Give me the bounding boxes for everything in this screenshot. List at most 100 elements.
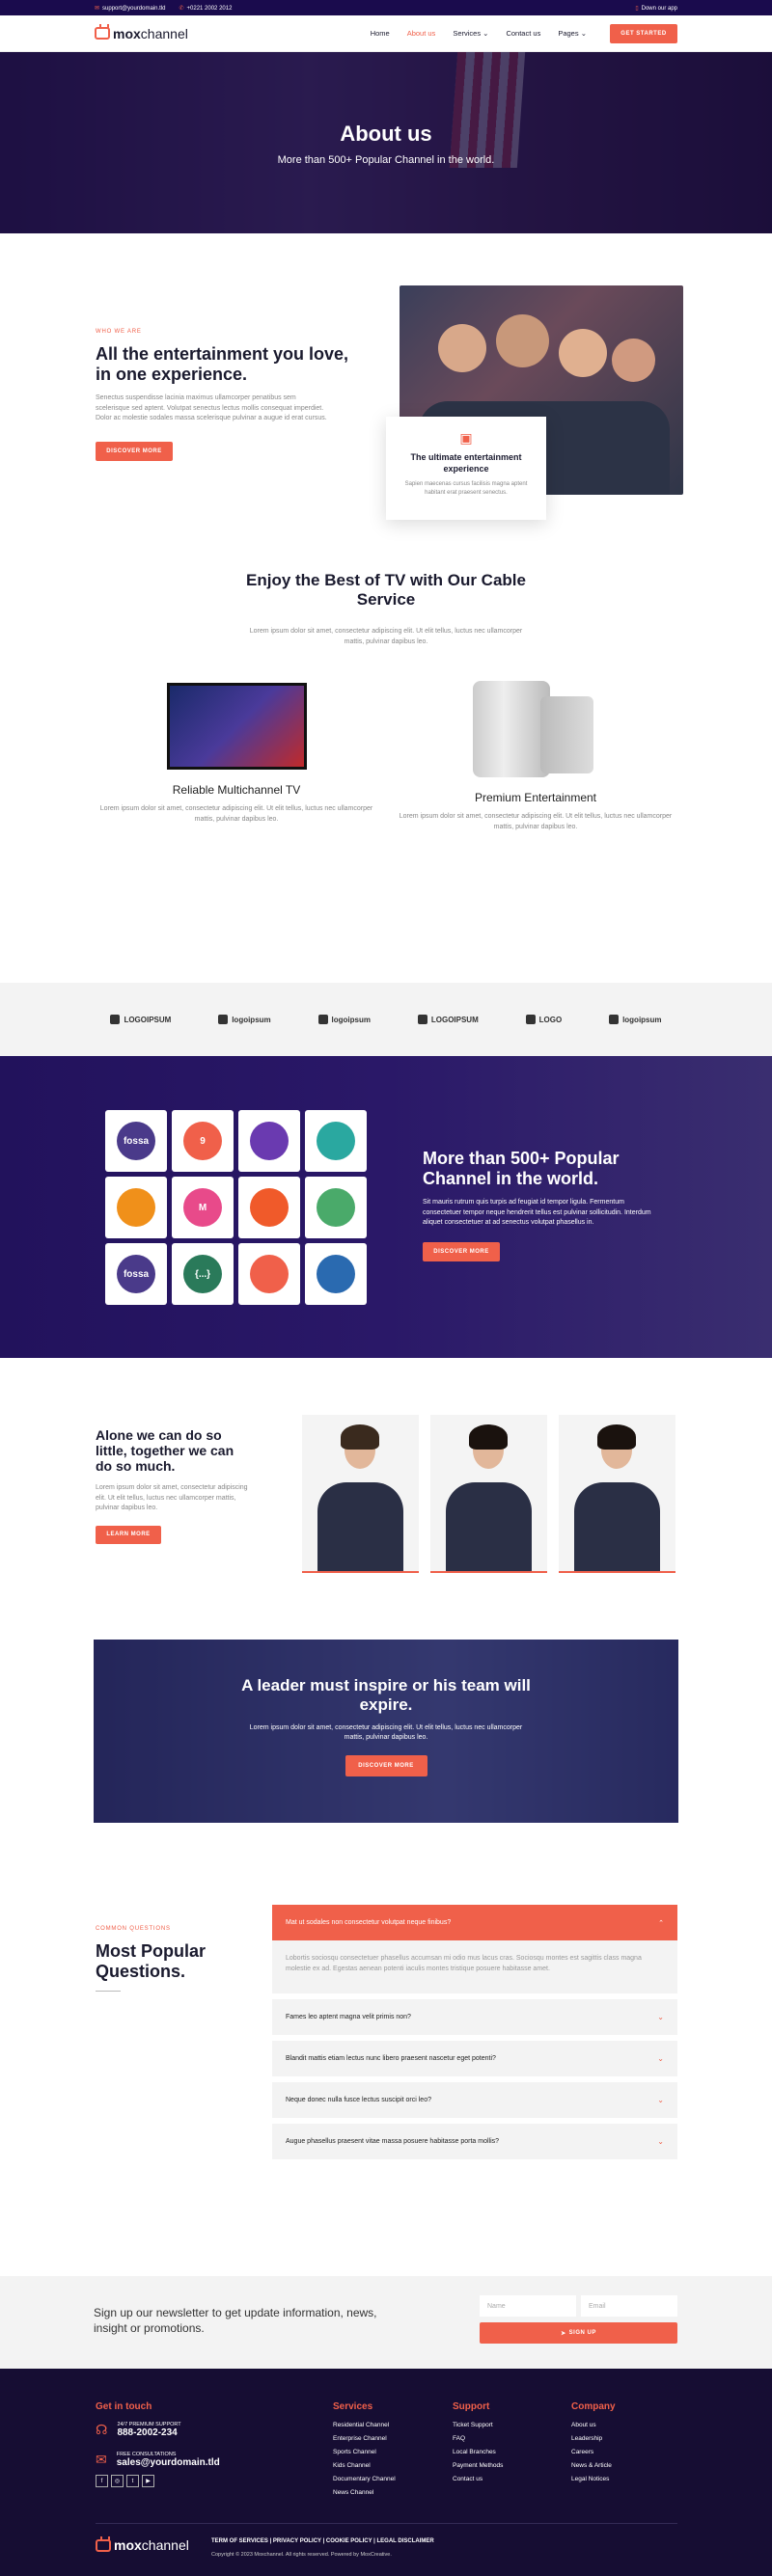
hero-subtitle: More than 500+ Popular Channel in the wo… [277,154,495,166]
nav-contact[interactable]: Contact us [506,29,540,38]
channel-logo-icon [317,1255,355,1293]
footer-link[interactable]: About us [571,2422,616,2428]
footer-col-title: Services [333,2401,373,2412]
learn-more-button[interactable]: LEARN MORE [96,1525,161,1544]
top-email[interactable]: ✉ support@yourdomain.tld [95,5,166,12]
chevron-down-icon: ⌄ [482,29,489,38]
channels-text: Sit mauris rutrum quis turpis ad feugiat… [423,1199,651,1227]
footer-link[interactable]: Contact us [453,2476,503,2482]
footer-link[interactable]: Kids Channel [333,2462,396,2469]
footer-link[interactable]: Local Branches [453,2449,503,2455]
sign-up-button[interactable]: ➤ SIGN UP [480,2322,677,2344]
footer-link[interactable]: Ticket Support [453,2422,503,2428]
faq-title: Most Popular Questions. [96,1941,207,1981]
footer-link[interactable]: Sports Channel [333,2449,396,2455]
footer-link[interactable]: Enterprise Channel [333,2435,396,2442]
discover-more-button[interactable]: DISCOVER MORE [345,1754,427,1776]
footer-link[interactable]: Careers [571,2449,616,2455]
chevron-down-icon: ⌄ [657,2054,664,2063]
team-title: Alone we can do so little, together we c… [96,1427,234,1475]
channels-section: fossa 9 Mfossa {...} More than 500+ Popular… [0,1056,772,1358]
footer-link[interactable]: Payment Methods [453,2462,503,2469]
legal-links[interactable]: TERM OF SERVICES | PRIVACY POLICY | COOK… [211,2538,434,2544]
youtube-icon[interactable]: ▶ [142,2475,154,2487]
discover-more-button[interactable]: DISCOVER MORE [96,441,173,461]
footer-col-services: Services Residential Channel Enterprise Ch… [333,2401,396,2503]
footer-link[interactable]: FAQ [453,2435,503,2442]
footer: Get in touch ☊ 24/7 PREMIUM SUPPORT 888-20… [0,2369,772,2576]
faq-item[interactable]: Blandit mattis etiam lectus nunc libero … [272,2041,677,2076]
footer-link[interactable]: Documentary Channel [333,2476,396,2482]
copyright: Copyright © 2023 Moxchannel. All rights … [211,2552,392,2558]
partner-logo: LOGOIPSUM [417,1015,479,1024]
footer-col-company: Company About us Leadership Careers News & A… [571,2401,616,2489]
leader-banner: A leader must inspire or his team will e… [94,1640,678,1823]
speaker-image [473,677,598,777]
footer-link[interactable]: Legal Notices [571,2476,616,2482]
channel-logo-tile [238,1110,300,1172]
channel-logo-icon: fossa [117,1255,155,1293]
channel-logo-icon [317,1122,355,1160]
channel-logo-icon: M [183,1188,222,1227]
channel-logo-tile: fossa [105,1243,167,1305]
faq-item-open[interactable]: Mat ut sodales non consectetur volutpat … [272,1905,677,1940]
feature-card: Premium Entertainment Lorem ipsum dolor … [396,677,676,832]
channel-logo-tile: 9 [172,1110,234,1172]
download-app-link[interactable]: ▯ Down our app [635,5,677,12]
footer-col-title: Support [453,2401,490,2412]
facebook-icon[interactable]: f [96,2475,108,2487]
email-field[interactable]: Email [581,2295,677,2317]
get-started-button[interactable]: GET STARTED [610,23,677,43]
twitter-icon[interactable]: t [126,2475,139,2487]
phone-icon: ✆ [179,5,184,12]
features-title: Enjoy the Best of TV with Our Cable Serv… [246,571,526,609]
footer-col-title: Company [571,2401,616,2412]
top-phone[interactable]: ✆ +0221 2002 2012 [179,5,233,12]
channel-logo-icon: 9 [183,1122,222,1160]
channel-logo-tile [105,1177,167,1238]
faq-item[interactable]: Augue phasellus praesent vitae massa pos… [272,2124,677,2159]
channel-logo-tile [305,1177,367,1238]
discover-more-button[interactable]: DISCOVER MORE [423,1241,500,1261]
mobile-icon: ▯ [635,5,639,12]
send-icon: ➤ [561,2330,566,2337]
chevron-down-icon: ⌄ [657,2137,664,2146]
faq-section: COMMON QUESTIONS Most Popular Questions.… [0,1905,772,2276]
channel-logo-tile [238,1177,300,1238]
partner-logo: logoipsum [317,1015,371,1024]
channel-logo-grid: fossa 9 Mfossa {...} [105,1110,367,1305]
footer-logo[interactable]: mox channel [96,2537,189,2553]
channel-logo-icon [250,1188,289,1227]
leader-wrapper: A leader must inspire or his team will e… [0,1640,772,1905]
tv-logo-icon [95,27,110,40]
nav-services[interactable]: Services ⌄ [453,29,488,38]
feature-card: Reliable Multichannel TV Lorem ipsum dol… [96,683,376,825]
about-section: WHO WE ARE All the entertainment you lov… [0,233,772,571]
newsletter-section: Sign up our newsletter to get update inf… [0,2276,772,2369]
name-field[interactable]: Name [480,2295,576,2317]
nav-home[interactable]: Home [371,29,390,38]
footer-link[interactable]: News & Article [571,2462,616,2469]
newsletter-text: Sign up our newsletter to get update inf… [94,2306,377,2336]
faq-item[interactable]: Fames leo aptent magna velit primis non?… [272,1999,677,2035]
channel-logo-tile [305,1243,367,1305]
experience-card: ▣ The ultimate entertainment experience … [386,417,546,520]
footer-link[interactable]: Leadership [571,2435,616,2442]
footer-link[interactable]: Residential Channel [333,2422,396,2428]
features-text: Lorem ipsum dolor sit amet, consectetur … [249,628,523,645]
about-title: All the entertainment you love, in one e… [96,344,349,384]
footer-link[interactable]: News Channel [333,2489,396,2496]
nav-pages[interactable]: Pages ⌄ [558,29,587,38]
partner-logos: LOGOIPSUM logoipsum logoipsum LOGOIPSUM … [0,983,772,1056]
tv-image [166,683,307,770]
chevron-down-icon: ⌄ [580,29,587,38]
nav-about[interactable]: About us [407,29,436,38]
tv-icon: ▣ [459,430,473,446]
instagram-icon[interactable]: ◎ [111,2475,124,2487]
logo[interactable]: mox channel [95,26,188,41]
faq-item[interactable]: Neque donec nulla fusce lectus suscipit … [272,2082,677,2118]
headset-icon: ☊ [96,2422,108,2437]
channel-logo-icon: fossa [117,1122,155,1160]
channels-title: More than 500+ Popular Channel in the wo… [423,1149,620,1188]
team-member-photo [559,1415,676,1573]
